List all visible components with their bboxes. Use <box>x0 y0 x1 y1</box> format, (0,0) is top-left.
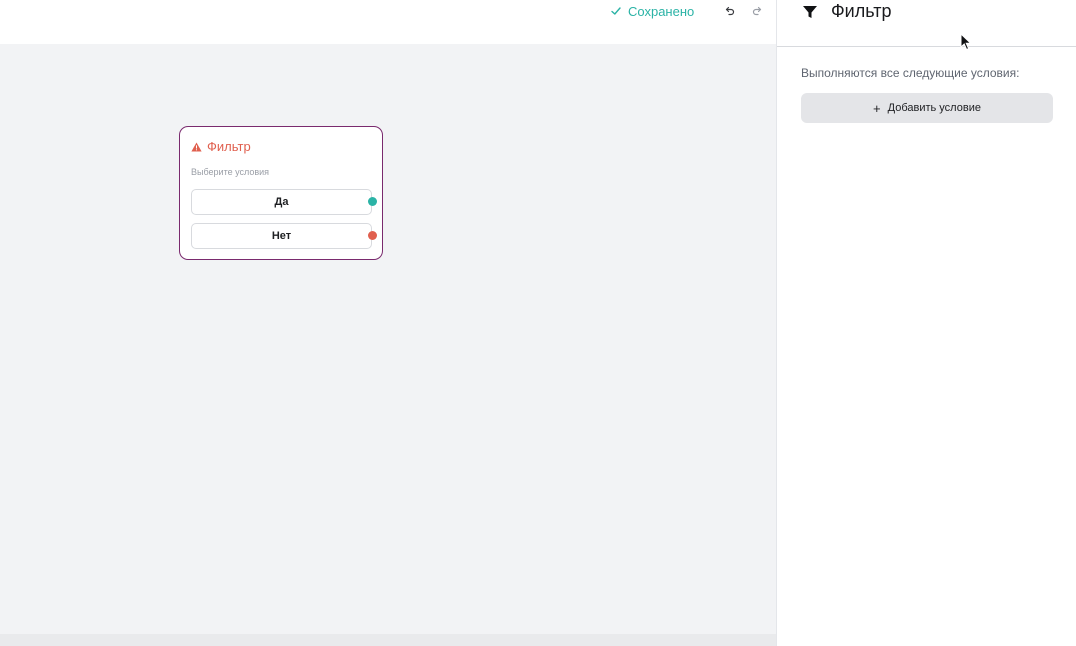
branch-no-port[interactable] <box>368 231 377 240</box>
branch-yes-label: Да <box>274 196 289 208</box>
undo-button[interactable] <box>721 3 737 19</box>
panel-title: Фильтр <box>831 1 892 21</box>
add-condition-label: Добавить условие <box>887 102 981 114</box>
filter-icon <box>803 6 817 18</box>
saved-status: Сохранено <box>610 3 694 19</box>
redo-button[interactable] <box>750 3 766 19</box>
check-icon <box>611 7 621 15</box>
add-condition-button[interactable]: + Добавить условие <box>801 93 1053 123</box>
branch-yes[interactable]: Да <box>191 189 377 215</box>
node-subtitle: Выберите условия <box>191 167 270 177</box>
branch-yes-port[interactable] <box>368 197 377 206</box>
undo-icon <box>725 6 735 16</box>
plus-icon: + <box>873 100 881 116</box>
branch-no[interactable]: Нет <box>191 223 377 249</box>
node-header: Фильтр <box>191 139 251 154</box>
filter-node[interactable]: Фильтр Выберите условия Да Нет <box>179 126 383 260</box>
condition-description: Выполняются все следующие условия: <box>801 66 1020 80</box>
app-root: Сохранено Фильтр Выберите условия Да Нет… <box>0 0 1076 646</box>
panel-header: Фильтр <box>777 0 1076 47</box>
flow-canvas[interactable] <box>0 44 776 634</box>
node-title: Фильтр <box>207 139 251 154</box>
saved-label: Сохранено <box>628 3 695 19</box>
redo-icon <box>752 6 762 16</box>
editor-topbar: Сохранено <box>0 0 776 44</box>
filter-settings-panel: Фильтр Выполняются все следующие условия… <box>776 0 1076 646</box>
warning-icon <box>191 142 202 151</box>
branch-no-label: Нет <box>271 230 292 242</box>
canvas-scrollbar[interactable] <box>0 634 776 646</box>
